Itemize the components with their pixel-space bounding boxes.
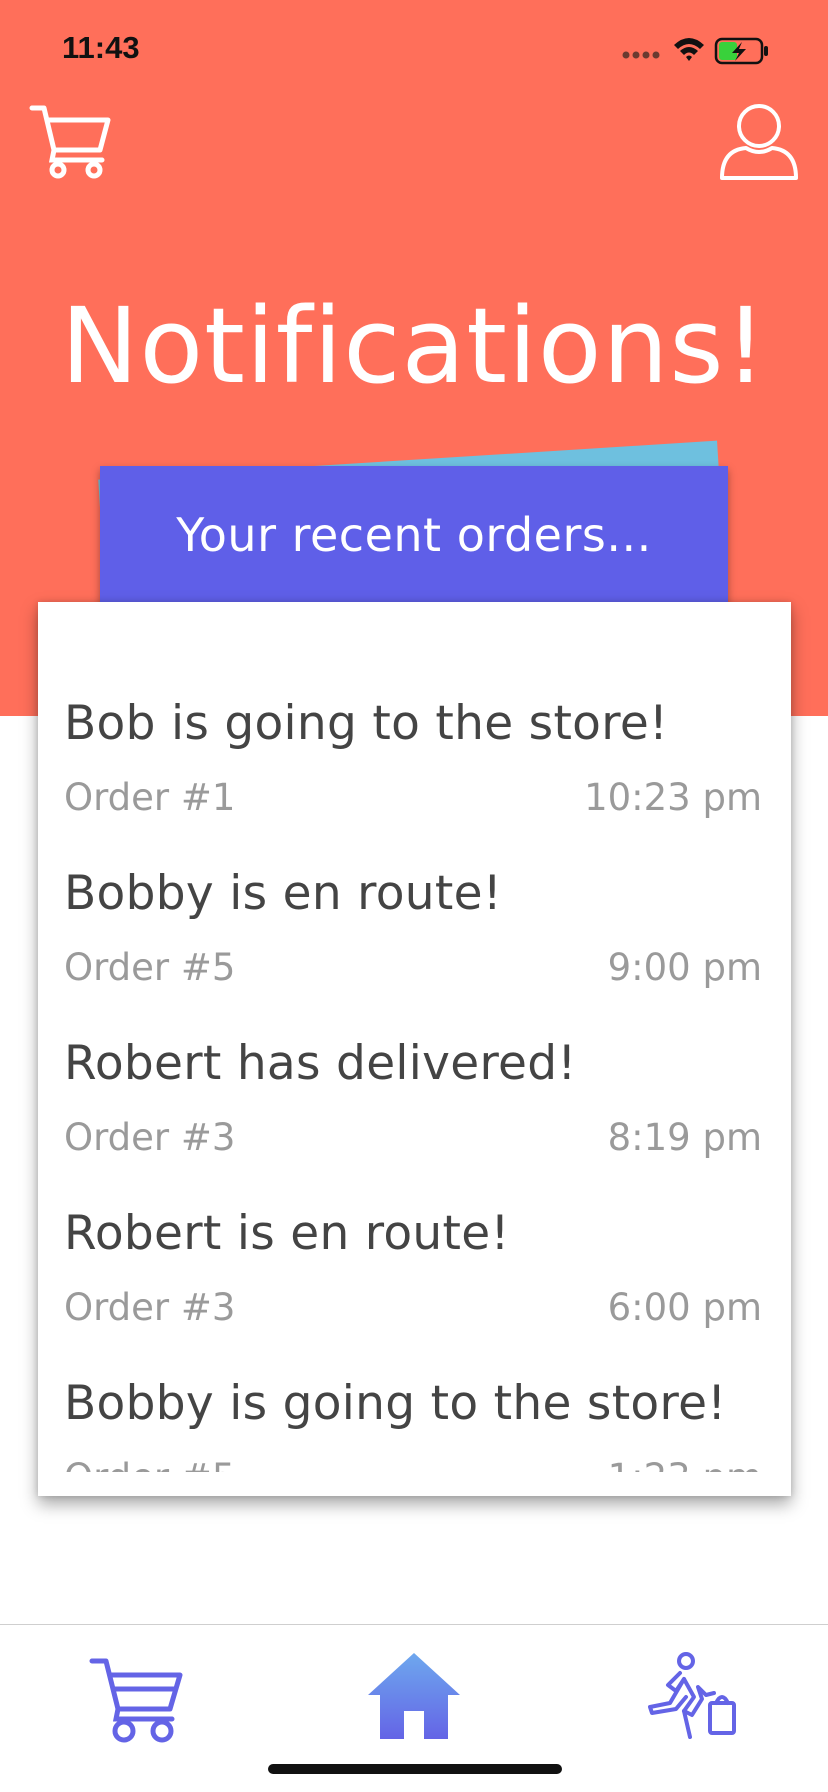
order-number: Order #3 xyxy=(64,1116,236,1159)
recent-orders-label: Your recent orders... xyxy=(176,508,652,562)
order-message: Robert has delivered! xyxy=(64,1036,577,1091)
status-icons xyxy=(622,37,768,65)
list-item[interactable]: Bob is going to the store! Order #1 10:2… xyxy=(38,696,791,866)
order-message: Bobby is going to the store! xyxy=(64,1376,727,1431)
notifications-screen: 11:43 Notifications! Your recent orders.… xyxy=(0,0,828,1792)
list-item[interactable]: Robert has delivered! Order #3 8:19 pm xyxy=(38,1036,791,1206)
page-title: Notifications! xyxy=(60,285,768,407)
cart-icon[interactable] xyxy=(28,102,114,180)
tab-home-icon[interactable] xyxy=(364,1649,464,1741)
wifi-icon xyxy=(674,38,704,61)
order-message: Robert is en route! xyxy=(64,1206,510,1261)
battery-icon xyxy=(714,37,768,65)
orders-list[interactable]: Bob is going to the store! Order #1 10:2… xyxy=(38,602,791,1472)
signal-icon xyxy=(622,51,660,59)
list-item[interactable]: Bobby is en route! Order #5 9:00 pm xyxy=(38,866,791,1036)
home-indicator xyxy=(268,1764,562,1774)
order-time: 9:00 pm xyxy=(607,946,762,989)
tab-cart-icon[interactable] xyxy=(88,1655,188,1745)
order-time: 10:23 pm xyxy=(584,776,762,819)
order-number: Order #5 xyxy=(64,1456,235,1472)
recent-orders-header: Your recent orders... xyxy=(100,466,728,604)
tab-delivery-runner-icon[interactable] xyxy=(640,1651,740,1741)
order-number: Order #5 xyxy=(64,946,236,989)
order-message: Bobby is en route! xyxy=(64,866,502,921)
order-time: 8:19 pm xyxy=(607,1116,762,1159)
profile-icon[interactable] xyxy=(716,98,802,184)
orders-card: Bob is going to the store! Order #1 10:2… xyxy=(38,602,791,1496)
list-item[interactable]: Bobby is going to the store! Order #5 1:… xyxy=(38,1376,791,1472)
order-message: Bob is going to the store! xyxy=(64,696,669,751)
order-number: Order #1 xyxy=(64,776,236,819)
order-time: 6:00 pm xyxy=(607,1286,762,1329)
order-time: 1:23 pm xyxy=(608,1456,762,1472)
list-item[interactable]: Robert is en route! Order #3 6:00 pm xyxy=(38,1206,791,1376)
status-time: 11:43 xyxy=(62,30,140,65)
order-number: Order #3 xyxy=(64,1286,236,1329)
